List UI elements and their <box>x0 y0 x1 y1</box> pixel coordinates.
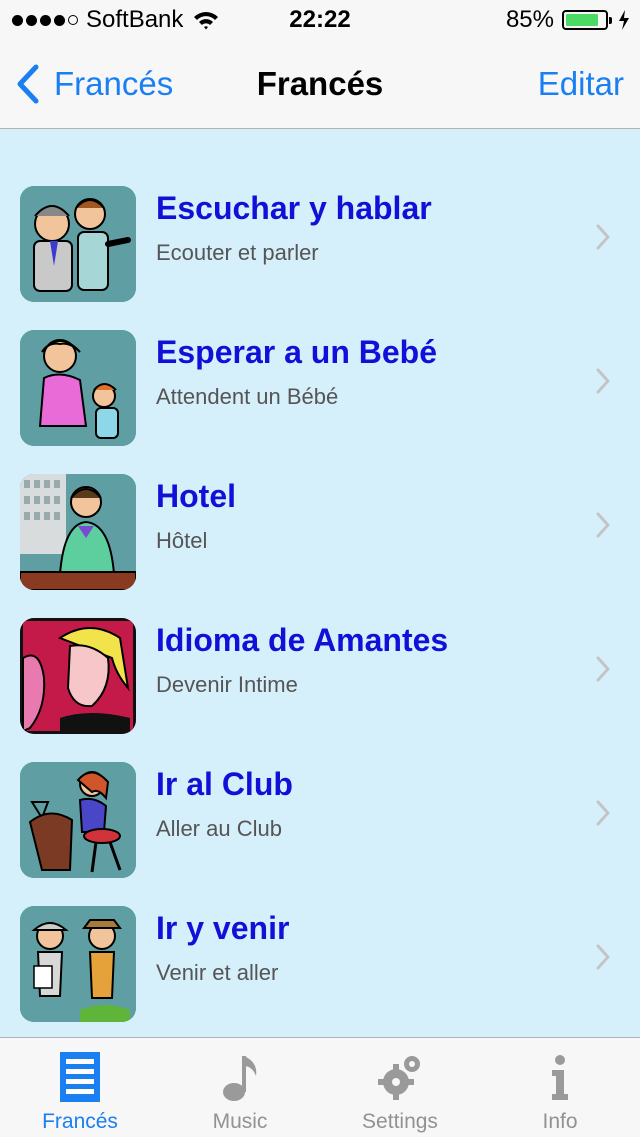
chevron-left-icon <box>17 64 39 104</box>
item-title: Ir al Club <box>156 766 293 802</box>
status-bar: SoftBank 22:22 85% <box>0 0 640 40</box>
music-note-icon <box>223 1056 257 1101</box>
lesson-thumbnail <box>20 906 136 1022</box>
tab-frances[interactable]: Francés <box>0 1038 160 1137</box>
navigation-bar: Francés Francés Editar <box>0 40 640 129</box>
charging-bolt-icon <box>619 10 629 30</box>
tab-label: Settings <box>362 1110 438 1133</box>
chevron-right-icon <box>596 800 610 826</box>
item-subtitle: Attendent un Bébé <box>156 384 339 409</box>
tab-label: Music <box>212 1110 268 1133</box>
edit-button[interactable]: Editar <box>538 40 624 128</box>
chevron-right-icon <box>596 368 610 394</box>
item-title: Idioma de Amantes <box>156 622 449 658</box>
lesson-list: Escuchar y hablar Ecouter et parler Espe… <box>0 170 640 1034</box>
chevron-right-icon <box>596 224 610 250</box>
tab-label: Francés <box>42 1110 118 1133</box>
list-item[interactable]: Ir y venir Venir et aller <box>0 890 640 1034</box>
item-title: Escuchar y hablar <box>156 190 432 226</box>
lesson-thumbnail <box>20 762 136 878</box>
lesson-thumbnail <box>20 186 136 302</box>
chevron-right-icon <box>596 944 610 970</box>
item-subtitle: Hôtel <box>156 528 208 553</box>
list-item[interactable]: Ir al Club Aller au Club <box>0 746 640 890</box>
tab-info[interactable]: Info <box>480 1038 640 1137</box>
item-title: Ir y venir <box>156 910 290 946</box>
lesson-thumbnail <box>20 618 136 734</box>
chevron-right-icon <box>596 656 610 682</box>
list-item[interactable]: Hotel Hôtel <box>0 458 640 602</box>
tab-label: Info <box>542 1110 578 1133</box>
list-item[interactable]: Esperar a un Bebé Attendent un Bébé <box>0 314 640 458</box>
info-icon <box>552 1055 568 1100</box>
gears-icon <box>378 1056 420 1100</box>
list-item[interactable]: Idioma de Amantes Devenir Intime <box>0 602 640 746</box>
chevron-right-icon <box>596 512 610 538</box>
lesson-thumbnail <box>20 330 136 446</box>
lesson-thumbnail <box>20 474 136 590</box>
back-button[interactable]: Francés <box>14 40 173 128</box>
item-subtitle: Aller au Club <box>156 816 282 841</box>
list-icon <box>60 1052 100 1102</box>
battery-percent: 85% <box>505 6 554 33</box>
item-title: Hotel <box>156 478 236 514</box>
list-item[interactable]: Escuchar y hablar Ecouter et parler <box>0 170 640 314</box>
item-subtitle: Devenir Intime <box>156 672 298 697</box>
item-subtitle: Venir et aller <box>156 960 279 985</box>
tab-music[interactable]: Music <box>160 1038 320 1137</box>
item-title: Esperar a un Bebé <box>156 334 437 370</box>
tab-bar: Francés Music Settings Info <box>0 1037 640 1137</box>
item-subtitle: Ecouter et parler <box>156 240 319 265</box>
tab-settings[interactable]: Settings <box>320 1038 480 1137</box>
back-button-label: Francés <box>54 65 174 102</box>
battery-icon <box>562 10 612 30</box>
